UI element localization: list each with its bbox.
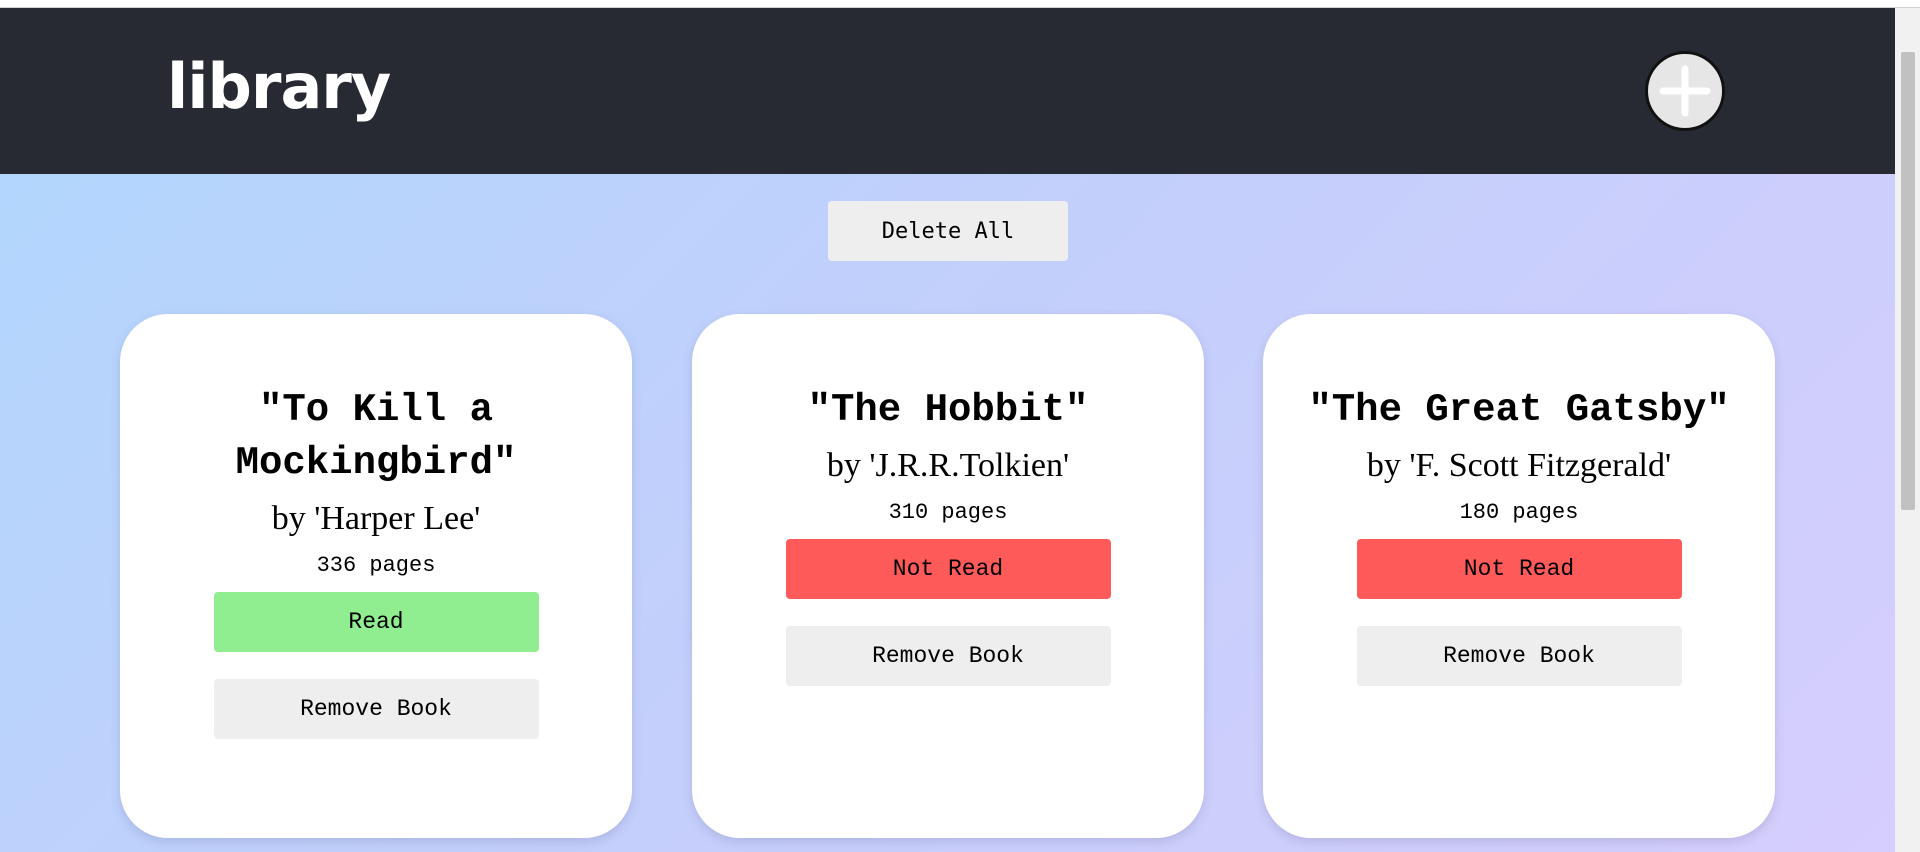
remove-book-button[interactable]: Remove Book (785, 626, 1111, 686)
book-title: "To Kill a Mockingbird" (235, 388, 517, 485)
read-status-toggle[interactable]: Not Read (1356, 539, 1682, 599)
remove-book-button[interactable]: Remove Book (213, 679, 539, 739)
app-header: library (0, 8, 1895, 174)
read-status-toggle[interactable]: Not Read (785, 539, 1111, 599)
book-author: by 'F. Scott Fitzgerald' (1366, 447, 1672, 484)
app-title: library (167, 50, 391, 123)
book-card: "To Kill a Mockingbird" by 'Harper Lee' … (120, 314, 632, 838)
plus-icon (1659, 65, 1711, 117)
book-pages: 310 pages (888, 500, 1008, 525)
scrollbar-thumb[interactable] (1901, 52, 1915, 510)
book-title: "The Great Gatsby" (1308, 388, 1730, 432)
browser-top-edge (0, 0, 1920, 8)
book-card: "The Great Gatsby" by 'F. Scott Fitzgera… (1263, 314, 1775, 838)
page-viewport: library Delete All "To Kill a Mockingbir… (0, 8, 1920, 852)
add-book-button[interactable] (1645, 51, 1725, 131)
book-pages: 336 pages (316, 553, 436, 578)
vertical-scrollbar[interactable] (1895, 8, 1920, 852)
book-card: "The Hobbit" by 'J.R.R.Tolkien' 310 page… (692, 314, 1204, 838)
book-pages: 180 pages (1459, 500, 1579, 525)
book-title: "The Hobbit" (807, 388, 1089, 432)
remove-book-button[interactable]: Remove Book (1356, 626, 1682, 686)
delete-all-button[interactable]: Delete All (828, 201, 1068, 261)
library-main: Delete All "To Kill a Mockingbird" by 'H… (0, 174, 1895, 852)
read-status-toggle[interactable]: Read (213, 592, 539, 652)
book-author: by 'Harper Lee' (271, 500, 481, 537)
book-author: by 'J.R.R.Tolkien' (826, 447, 1070, 484)
